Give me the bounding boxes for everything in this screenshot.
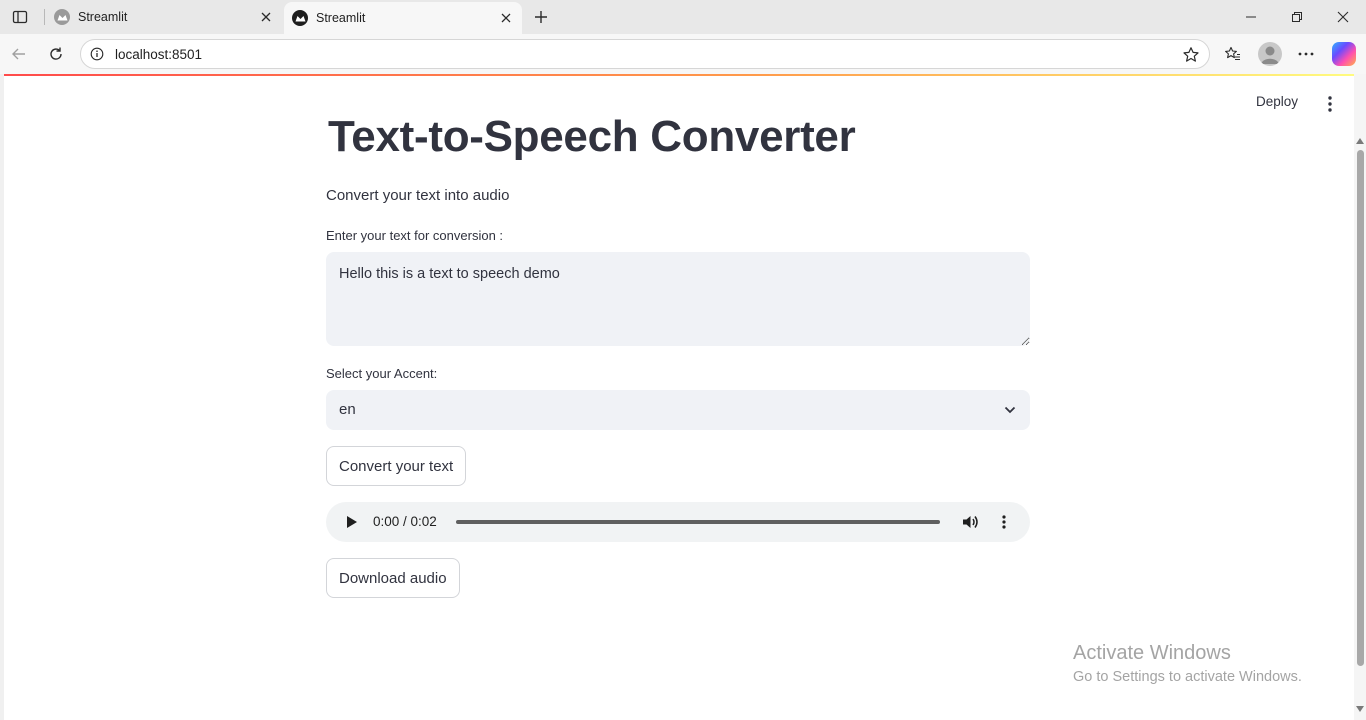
browser-tab-bar: Streamlit Streamlit — [0, 0, 1366, 34]
accent-select-label: Select your Accent: — [326, 366, 438, 381]
page-scrollbar[interactable] — [1354, 74, 1366, 720]
decoration-bar — [4, 74, 1366, 76]
browser-tab[interactable]: Streamlit — [46, 0, 282, 34]
close-tab-icon[interactable] — [256, 7, 276, 27]
chevron-down-icon — [1002, 402, 1018, 418]
deploy-button[interactable]: Deploy — [1256, 94, 1298, 114]
audio-seek-bar[interactable] — [456, 520, 940, 524]
page-subtitle: Convert your text into audio — [326, 187, 510, 204]
download-audio-button[interactable]: Download audio — [326, 558, 460, 598]
tab-separator — [44, 9, 45, 25]
refresh-icon[interactable] — [45, 43, 67, 65]
sidebar-toggle-icon[interactable] — [10, 7, 30, 27]
profile-avatar[interactable] — [1258, 42, 1282, 66]
audio-time: 0:00 / 0:02 — [373, 514, 437, 529]
volume-icon[interactable] — [962, 513, 980, 531]
more-options-icon[interactable] — [1295, 43, 1317, 65]
browser-tab-active[interactable]: Streamlit — [284, 2, 522, 34]
favorites-icon[interactable] — [1222, 43, 1244, 65]
scroll-up-arrow-icon[interactable] — [1356, 138, 1364, 144]
page-title: Text-to-Speech Converter — [328, 112, 856, 161]
streamlit-favicon-icon — [292, 10, 308, 26]
minimize-icon[interactable] — [1240, 6, 1262, 28]
audio-more-options-icon[interactable] — [998, 513, 1010, 531]
watermark-subtitle: Go to Settings to activate Windows. — [1073, 669, 1302, 685]
scroll-down-arrow-icon[interactable] — [1356, 706, 1364, 712]
restore-icon[interactable] — [1286, 6, 1308, 28]
streamlit-page: Deploy Text-to-Speech Converter Convert … — [0, 74, 1366, 720]
tab-title: Streamlit — [316, 11, 366, 25]
audio-player: 0:00 / 0:02 — [326, 502, 1030, 542]
main-menu-icon[interactable] — [1322, 94, 1338, 114]
back-arrow-icon[interactable] — [8, 43, 30, 65]
streamlit-favicon-icon — [54, 9, 70, 25]
site-info-icon[interactable] — [89, 46, 105, 62]
accent-select[interactable]: en — [326, 390, 1030, 430]
browser-toolbar: localhost:8501 — [0, 34, 1366, 74]
url-text: localhost:8501 — [115, 47, 203, 62]
accent-select-value: en — [339, 401, 356, 418]
copilot-icon[interactable] — [1332, 42, 1356, 66]
close-window-icon[interactable] — [1332, 6, 1354, 28]
favorite-star-icon[interactable] — [1181, 45, 1201, 65]
convert-button[interactable]: Convert your text — [326, 446, 467, 486]
watermark-title: Activate Windows — [1073, 642, 1231, 664]
new-tab-icon[interactable] — [530, 6, 552, 28]
text-input-area[interactable]: Hello this is a text to speech demo — [326, 252, 1030, 346]
close-tab-icon[interactable] — [496, 8, 516, 28]
play-icon[interactable] — [344, 514, 360, 530]
windows-activation-watermark: Activate Windows Go to Settings to activ… — [1073, 642, 1302, 685]
scrollbar-thumb[interactable] — [1357, 150, 1364, 666]
address-bar[interactable]: localhost:8501 — [80, 39, 1210, 69]
tab-title: Streamlit — [78, 10, 128, 24]
text-input-label: Enter your text for conversion : — [326, 228, 504, 243]
